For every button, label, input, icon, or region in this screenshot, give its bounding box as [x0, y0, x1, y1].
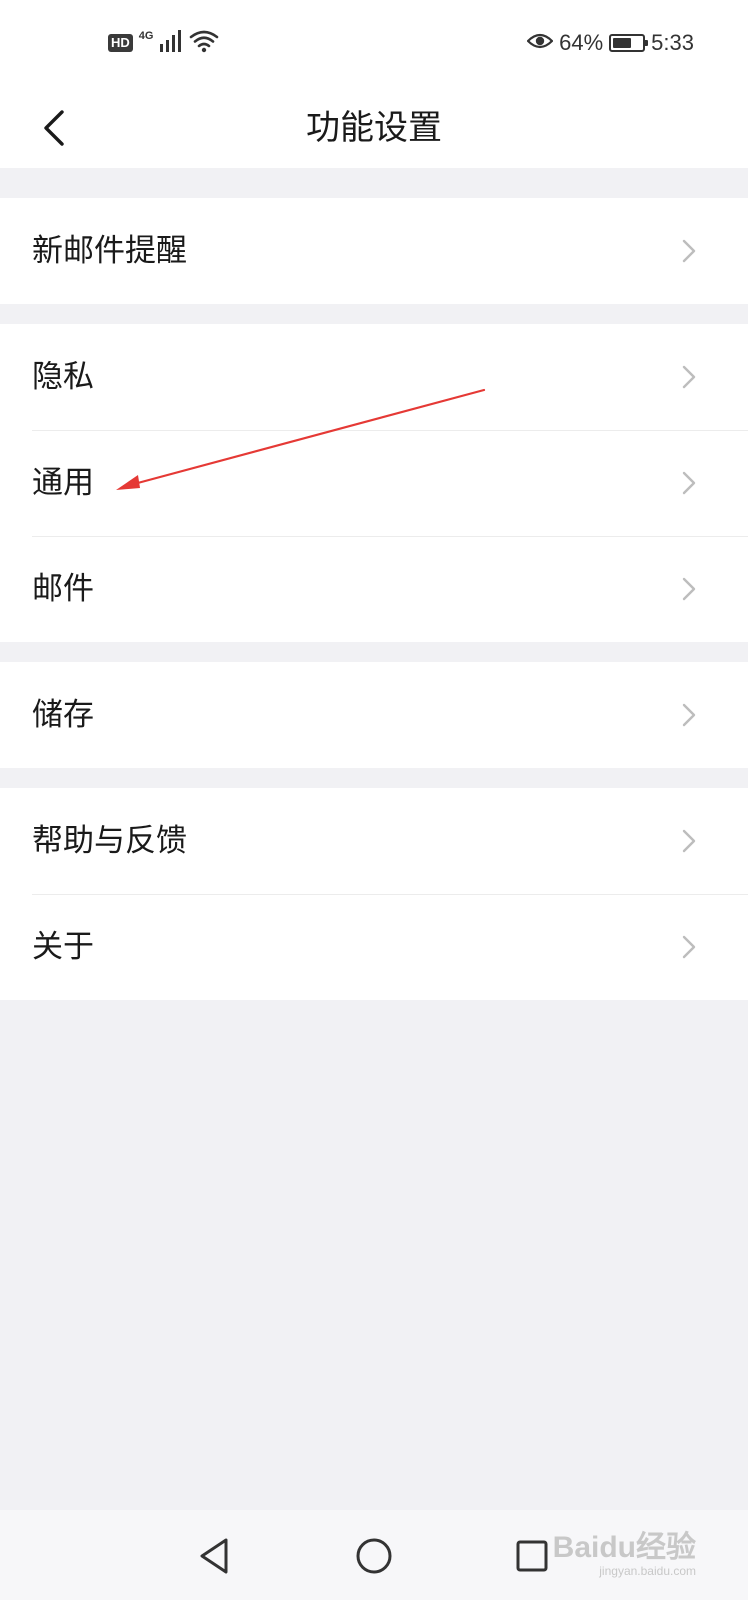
nav-recents-button[interactable]: [504, 1528, 560, 1584]
network-type: 4G: [138, 30, 154, 42]
settings-group-notifications: 新邮件提醒: [0, 198, 748, 304]
chevron-right-icon: [682, 471, 696, 495]
chevron-right-icon: [682, 365, 696, 389]
chevron-right-icon: [682, 935, 696, 959]
navigation-bar: Baidu经验 jingyan.baidu.com: [0, 1510, 748, 1600]
square-recents-icon: [516, 1540, 548, 1572]
setting-label: 新邮件提醒: [32, 233, 187, 269]
watermark-logo-text: Baidu经验: [552, 1531, 696, 1564]
status-right: 64% 5:33: [526, 28, 694, 58]
status-bar: HD 4G 64% 5:33: [0, 0, 748, 88]
setting-privacy[interactable]: 隐私: [0, 324, 748, 430]
nav-back-button[interactable]: [186, 1528, 242, 1584]
setting-help-feedback[interactable]: 帮助与反馈: [0, 788, 748, 894]
battery-fill: [613, 38, 632, 48]
header: 功能设置: [0, 88, 748, 168]
setting-new-mail-reminder[interactable]: 新邮件提醒: [0, 198, 748, 304]
setting-general[interactable]: 通用: [0, 430, 748, 536]
setting-about[interactable]: 关于: [0, 894, 748, 1000]
setting-label: 帮助与反馈: [32, 823, 187, 859]
watermark: Baidu经验 jingyan.baidu.com: [552, 1531, 696, 1579]
watermark-url: jingyan.baidu.com: [599, 1564, 696, 1578]
setting-label: 通用: [32, 465, 94, 501]
hd-badge: HD: [108, 34, 133, 52]
setting-storage[interactable]: 储存: [0, 662, 748, 768]
battery-icon: [609, 34, 649, 52]
signal-icon: [159, 30, 183, 56]
circle-home-icon: [356, 1538, 392, 1574]
wifi-icon: [189, 29, 219, 57]
chevron-right-icon: [682, 239, 696, 263]
setting-label: 邮件: [32, 571, 94, 607]
page-title: 功能设置: [306, 108, 442, 148]
setting-mail[interactable]: 邮件: [0, 536, 748, 642]
eye-icon: [526, 30, 554, 56]
status-left: HD 4G: [108, 28, 219, 58]
settings-group-storage: 储存: [0, 662, 748, 768]
setting-label: 储存: [32, 697, 94, 733]
chevron-right-icon: [682, 703, 696, 727]
clock: 5:33: [651, 30, 694, 55]
settings-group-support: 帮助与反馈 关于: [0, 788, 748, 1000]
setting-label: 隐私: [32, 359, 94, 395]
battery-tip: [645, 40, 649, 46]
settings-group-general: 隐私 通用 邮件: [0, 324, 748, 642]
chevron-right-icon: [682, 577, 696, 601]
nav-home-button[interactable]: [346, 1528, 402, 1584]
battery-percent: 64%: [559, 30, 604, 55]
setting-label: 关于: [32, 929, 94, 965]
chevron-right-icon: [682, 829, 696, 853]
triangle-back-icon: [200, 1538, 228, 1574]
